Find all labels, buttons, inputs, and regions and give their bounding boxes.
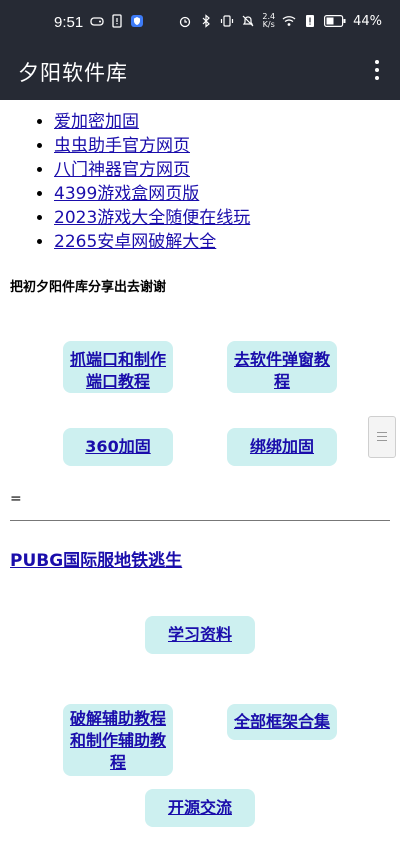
pubg-link[interactable]: PUBG国际服地铁逃生 (10, 546, 182, 571)
list-item: 虫虫助手官方网页 (54, 134, 250, 158)
link-chongchong[interactable]: 虫虫助手官方网页 (54, 136, 190, 156)
app-title: 夕阳软件库 (18, 61, 128, 85)
list-item: 八门神器官方网页 (54, 158, 250, 182)
share-note: 把初夕阳件库分享出去谢谢 (10, 280, 167, 295)
signal-alert-icon (306, 15, 315, 27)
link-bamen[interactable]: 八门神器官方网页 (54, 160, 190, 180)
net-speed: 2.4 K/s (262, 12, 276, 29)
status-bar: 9:51 2.4 K/s 44% (0, 0, 400, 44)
list-item: 2265安卓网破解大全 (54, 230, 250, 254)
open-source-button[interactable]: 开源交流 (145, 789, 255, 827)
status-right-icons: 2.4 K/s 44% (178, 13, 382, 29)
bangbang-harden-button[interactable]: 绑绑加固 (227, 428, 337, 466)
overflow-menu-icon[interactable] (372, 60, 382, 84)
app-bar: 夕阳软件库 (0, 44, 400, 100)
sim-alert-icon (112, 14, 122, 28)
divider (10, 520, 390, 521)
scroll-handle[interactable] (368, 416, 396, 458)
study-materials-button[interactable]: 学习资料 (145, 616, 255, 654)
equals-text: = (10, 491, 22, 507)
link-2023-games[interactable]: 2023游戏大全随便在线玩 (54, 208, 250, 228)
game-controller-icon (90, 17, 104, 26)
status-time: 9:51 (54, 14, 84, 31)
link-4399[interactable]: 4399游戏盒网页版 (54, 184, 199, 204)
list-item: 爱加密加固 (54, 110, 250, 134)
360-harden-button[interactable]: 360加固 (63, 428, 173, 466)
battery-percent: 44% (353, 13, 382, 29)
list-item: 4399游戏盒网页版 (54, 182, 250, 206)
wifi-icon (282, 16, 296, 26)
list-item: 2023游戏大全随便在线玩 (54, 206, 250, 230)
link-list: 爱加密加固 虫虫助手官方网页 八门神器官方网页 4399游戏盒网页版 2023游… (36, 110, 250, 254)
vibrate-icon (221, 15, 234, 27)
battery-icon (324, 15, 346, 27)
framework-collection-button[interactable]: 全部框架合集 (227, 704, 337, 740)
popup-removal-button[interactable]: 去软件弹窗教程 (227, 341, 337, 393)
port-tutorial-button[interactable]: 抓端口和制作端口教程 (63, 341, 173, 393)
link-aijiami[interactable]: 爱加密加固 (54, 112, 139, 132)
link-2265[interactable]: 2265安卓网破解大全 (54, 232, 216, 252)
alarm-icon (180, 16, 191, 28)
mute-bell-icon (242, 15, 254, 27)
bluetooth-icon (202, 14, 211, 28)
shield-app-icon (131, 15, 143, 27)
crack-assist-tutorial-button[interactable]: 破解辅助教程和制作辅助教程 (63, 704, 173, 776)
status-left-icons (90, 14, 144, 28)
